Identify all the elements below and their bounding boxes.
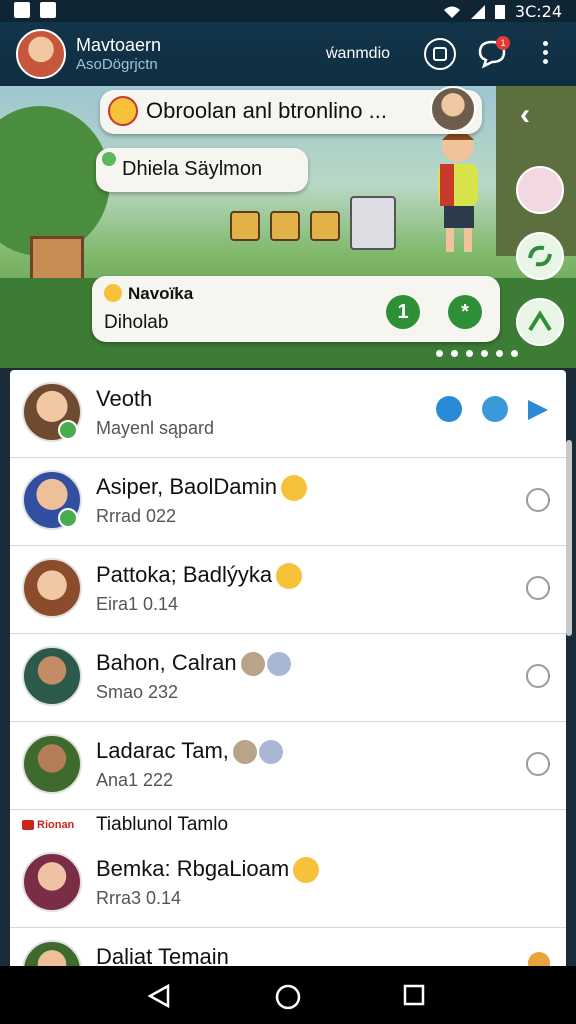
chat-preview: Rrra3 0.14: [96, 888, 182, 908]
emoji-icon: [528, 952, 550, 966]
collapse-arrow-icon[interactable]: ‹: [520, 98, 550, 132]
read-status-icon: [526, 488, 550, 512]
read-status-icon: [526, 576, 550, 600]
chat-preview: Smao 232: [96, 682, 179, 702]
signal-icon: [470, 4, 485, 19]
chat-row[interactable]: Daliat Temain: [10, 928, 566, 966]
emoji-icon: [232, 740, 257, 765]
avatar: [22, 646, 82, 706]
scrollbar[interactable]: [566, 440, 572, 636]
emoji-icon: [104, 284, 122, 302]
avatar: [22, 940, 82, 966]
chat-bubble-icon[interactable]: 1: [476, 36, 510, 70]
recents-nav-icon[interactable]: [402, 983, 426, 1007]
navigation-bar: [0, 966, 576, 1024]
profile-name: Mavtoaern: [76, 35, 162, 55]
battery-icon: [494, 4, 505, 19]
chat-row[interactable]: Veoth Mayenl sąpard: [10, 370, 566, 458]
chat-name: Asiper, BaolDamin: [96, 474, 307, 502]
mailbox-illustration: [350, 196, 396, 250]
section-tag: Rionan: [22, 819, 74, 831]
avatar: [22, 852, 82, 912]
read-status-icon: [526, 664, 550, 688]
calendar-icon[interactable]: [424, 38, 456, 70]
emoji-icon: [276, 563, 303, 590]
wifi-icon: [443, 6, 460, 18]
message-bubble-1[interactable]: Obroolan anl btronlino ...: [100, 86, 482, 134]
app-bar: Mavtoaern AsoDögrjctn ẃanmdio 1: [0, 22, 576, 86]
character-illustration: [438, 130, 478, 252]
chat-preview: Ana1 222: [96, 770, 174, 790]
refresh-icon[interactable]: [516, 232, 564, 280]
card-action-button-2[interactable]: *: [448, 295, 482, 329]
back-nav-icon[interactable]: [146, 983, 172, 1009]
chat-preview: Eira1 0.14: [96, 594, 179, 614]
chat-row[interactable]: Bemka: RbgaLioam Rrra3 0.14: [10, 840, 566, 928]
avatar: [22, 558, 82, 618]
chat-row[interactable]: Bahon, Calran Smao 232: [10, 634, 566, 722]
audio-call-icon[interactable]: [436, 396, 462, 422]
online-badge-icon: [58, 508, 78, 528]
play-arrow-icon[interactable]: [524, 396, 552, 424]
notification-badge: 1: [496, 36, 510, 50]
card-action-button-1[interactable]: 1: [386, 295, 420, 329]
chat-preview: Mayenl sąpard: [96, 418, 215, 438]
status-bar: 3C:24: [0, 0, 576, 22]
chat-row[interactable]: Pattoka; Badlýyka Eira1 0.14: [10, 546, 566, 634]
tree-illustration: [0, 106, 110, 256]
chat-name: Bahon, Calran: [96, 650, 291, 677]
page-indicator: [436, 350, 518, 357]
chat-name: Veoth: [96, 386, 153, 411]
online-badge-icon: [58, 420, 78, 440]
profile-avatar[interactable]: [16, 29, 66, 79]
emoji-icon: [108, 96, 138, 126]
emoji-icon: [293, 857, 320, 884]
status-time: 3C:24: [514, 2, 562, 21]
chat-preview: Rrrad 022: [96, 506, 177, 526]
document-icon: [40, 2, 56, 18]
gift-boxes: [230, 211, 340, 241]
message-bubble-2[interactable]: Dhiela Säylmon: [96, 148, 308, 192]
emoji-icon: [240, 652, 265, 677]
section-title: Tiablunol Tamlo: [96, 814, 229, 835]
action-link[interactable]: ẃanmdio: [326, 45, 390, 63]
sender-avatar: [430, 86, 476, 132]
profile-status: AsoDögrjctn: [76, 56, 158, 73]
avatar: [22, 734, 82, 794]
chat-list: Veoth Mayenl sąpard Asiper, BaolDamin Rr…: [10, 370, 566, 966]
emoji-icon: [266, 652, 291, 677]
read-status-icon: [526, 752, 550, 776]
chat-name: Pattoka; Badlýyka: [96, 562, 303, 590]
chat-name: Daliat Temain: [96, 944, 229, 966]
chat-row[interactable]: Ladarac Tam, Ana1 222: [10, 722, 566, 810]
sticker-icon[interactable]: [516, 166, 564, 214]
emoji-icon: [280, 475, 307, 502]
emoji-icon: [258, 740, 283, 765]
chat-name: Ladarac Tam,: [96, 738, 283, 765]
notification-card[interactable]: Navoïka Diholab 1 *: [92, 276, 500, 342]
chat-name: Bemka: RbgaLioam: [96, 856, 320, 884]
overflow-menu-icon[interactable]: [538, 41, 552, 67]
video-call-icon[interactable]: [482, 396, 508, 422]
chat-row[interactable]: Asiper, BaolDamin Rrrad 022: [10, 458, 566, 546]
notification-icon: [14, 2, 30, 18]
home-nav-icon[interactable]: [274, 983, 302, 1011]
section-header: Rionan Tiablunol Tamlo: [10, 810, 566, 840]
tag-icon: [22, 820, 34, 831]
share-icon[interactable]: [516, 298, 564, 346]
online-dot-icon: [102, 152, 116, 166]
